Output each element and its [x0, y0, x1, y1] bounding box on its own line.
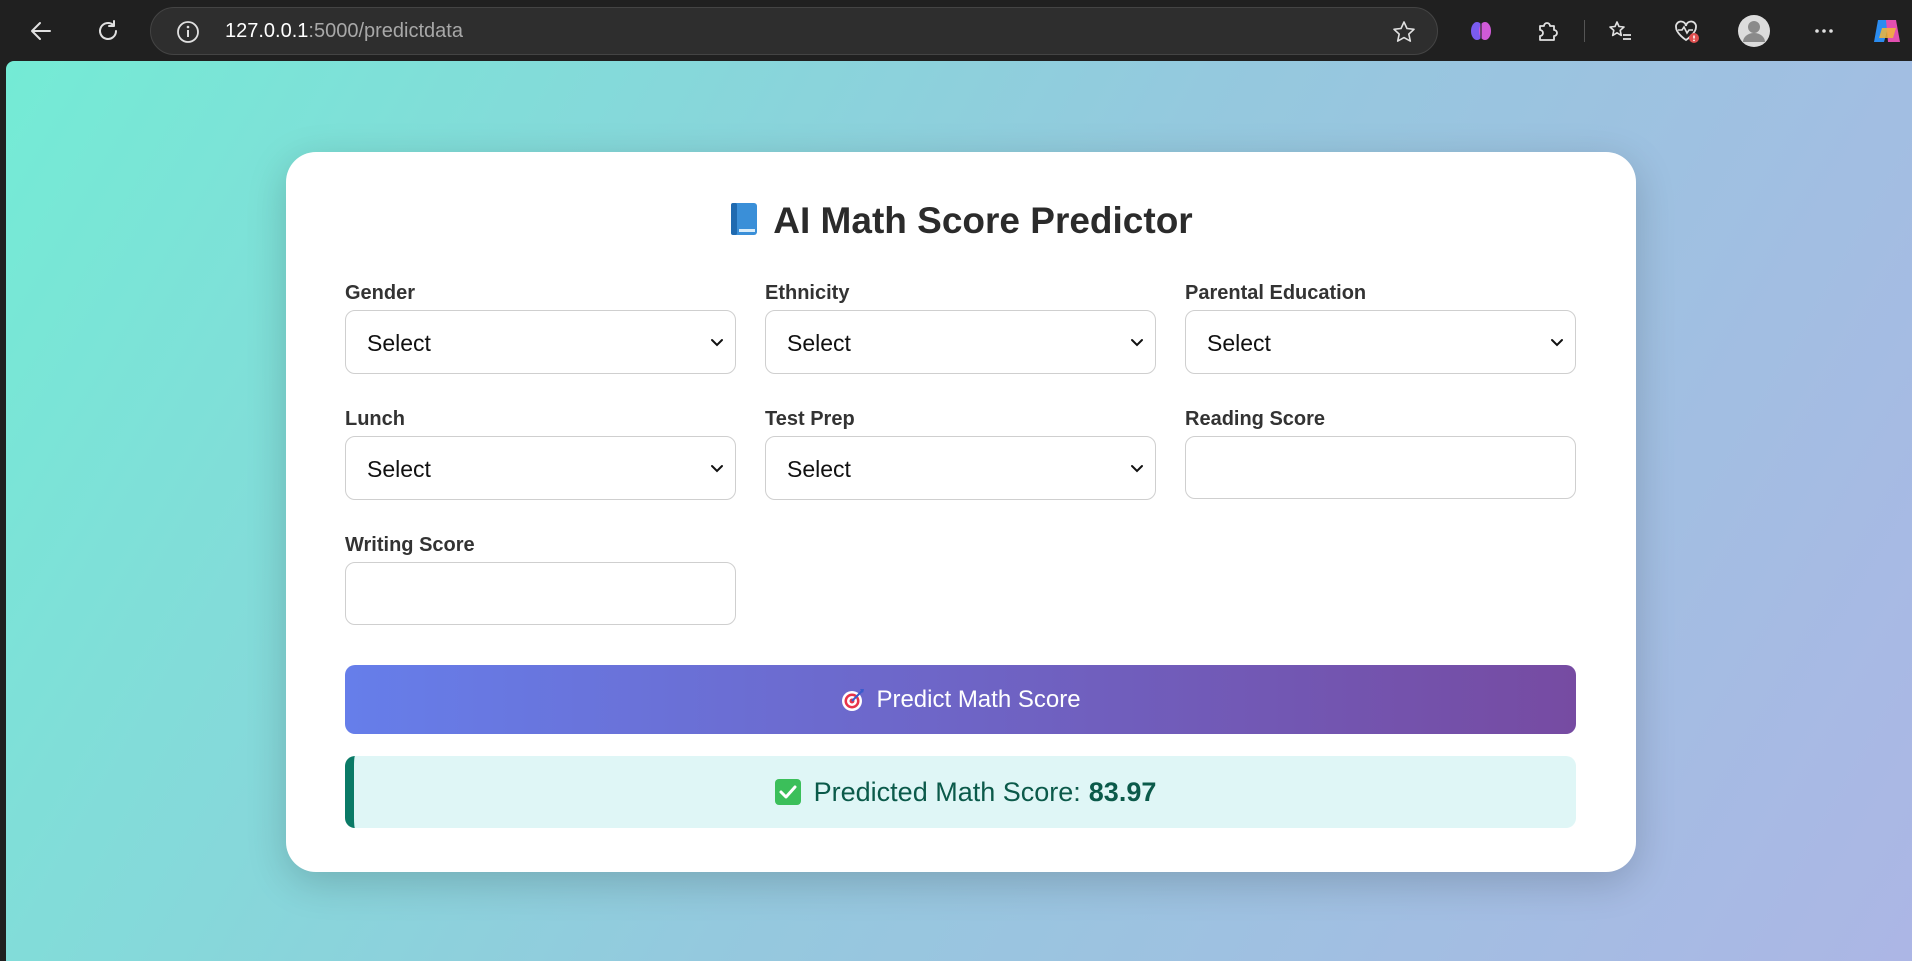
url-host: 127.0.0.1: [225, 20, 309, 42]
page-title-text: AI Math Score Predictor: [773, 200, 1193, 241]
lunch-select-value: Select: [367, 456, 431, 482]
result-label: Predicted Math Score:: [813, 776, 1081, 807]
ethnicity-field: Ethnicity Select: [765, 280, 1156, 374]
parental-education-select-value: Select: [1207, 330, 1271, 356]
writing-score-label: Writing Score: [345, 534, 475, 556]
browser-essentials-button[interactable]: [1665, 10, 1707, 52]
writing-score-field: Writing Score: [345, 532, 736, 625]
profile-button[interactable]: [1733, 10, 1775, 52]
browser-toolbar: 127.0.0.1:5000/predictdata: [0, 0, 1912, 61]
copilot-button[interactable]: [1866, 10, 1908, 52]
copilot-brain-button[interactable]: [1460, 10, 1502, 52]
test-prep-label: Test Prep: [765, 408, 855, 430]
result-value: 83.97: [1088, 776, 1157, 807]
lunch-label: Lunch: [345, 408, 405, 430]
predict-math-score-button[interactable]: Predict Math Score: [345, 665, 1576, 734]
reading-score-field: Reading Score: [1185, 406, 1576, 499]
parental-education-label: Parental Education: [1185, 282, 1367, 304]
prediction-result: Predicted Math Score: 83.97: [345, 756, 1576, 828]
back-arrow-icon: [31, 22, 51, 40]
avatar-icon: [1738, 15, 1770, 47]
test-prep-field: Test Prep Select: [765, 406, 1156, 500]
test-prep-select[interactable]: Select: [765, 436, 1156, 500]
extensions-button[interactable]: [1526, 10, 1568, 52]
back-button[interactable]: [20, 10, 62, 52]
favorite-star-icon[interactable]: [1391, 19, 1417, 45]
copilot-icon: [1874, 20, 1900, 42]
chevron-down-icon: [711, 339, 723, 347]
target-icon: [842, 688, 865, 711]
chevron-down-icon: [1131, 465, 1143, 473]
ethnicity-select[interactable]: Select: [765, 310, 1156, 374]
page-title: AI Math Score Predictor: [286, 200, 1636, 242]
refresh-button[interactable]: [87, 10, 129, 52]
chevron-down-icon: [1551, 339, 1563, 347]
favorites-list-icon: [1609, 21, 1631, 40]
ethnicity-select-value: Select: [787, 330, 851, 356]
predictor-card: AI Math Score Predictor Gender Select Et…: [286, 152, 1636, 872]
gender-label: Gender: [345, 282, 416, 304]
address-bar[interactable]: 127.0.0.1:5000/predictdata: [150, 7, 1438, 55]
page-viewport: AI Math Score Predictor Gender Select Et…: [6, 61, 1912, 961]
heart-pulse-icon: [1675, 20, 1699, 43]
favorites-button[interactable]: [1599, 10, 1641, 52]
more-dots-icon: [1815, 29, 1833, 33]
predict-button-label: Predict Math Score: [876, 685, 1081, 713]
refresh-icon: [99, 20, 117, 40]
parental-education-select[interactable]: Select: [1185, 310, 1576, 374]
lunch-field: Lunch Select: [345, 406, 736, 500]
check-mark-icon: [774, 779, 801, 805]
blue-book-icon: [731, 203, 758, 235]
writing-score-input[interactable]: [345, 562, 736, 625]
puzzle-icon: [1539, 22, 1558, 41]
toolbar-separator: [1584, 20, 1585, 42]
lunch-select[interactable]: Select: [345, 436, 736, 500]
reading-score-label: Reading Score: [1185, 408, 1326, 430]
ethnicity-label: Ethnicity: [765, 282, 850, 304]
url-path: :5000/predictdata: [308, 20, 463, 42]
gender-field: Gender Select: [345, 280, 736, 374]
chevron-down-icon: [711, 465, 723, 473]
brain-icon: [1471, 22, 1491, 40]
parental-education-field: Parental Education Select: [1185, 280, 1576, 374]
url-text: 127.0.0.1:5000/predictdata: [225, 20, 463, 43]
chevron-down-icon: [1131, 339, 1143, 347]
test-prep-select-value: Select: [787, 456, 851, 482]
site-info-icon[interactable]: [175, 19, 201, 45]
gender-select-value: Select: [367, 330, 431, 356]
settings-more-button[interactable]: [1803, 10, 1845, 52]
reading-score-input[interactable]: [1185, 436, 1576, 499]
gender-select[interactable]: Select: [345, 310, 736, 374]
